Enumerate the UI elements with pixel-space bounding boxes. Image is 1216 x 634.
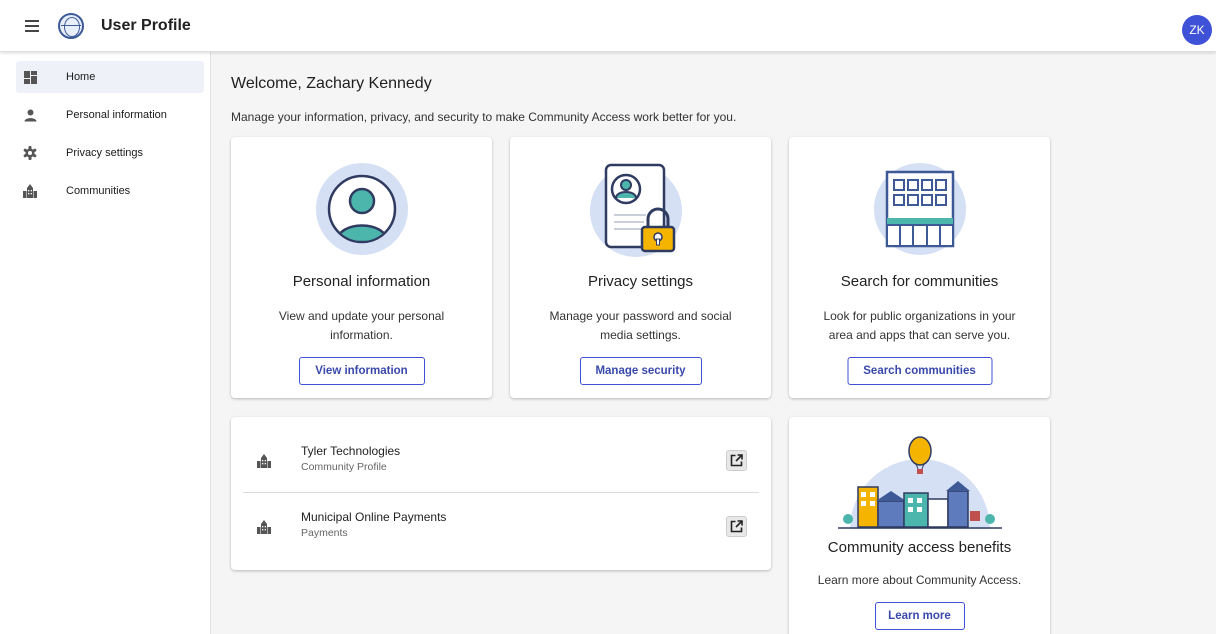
dashboard-icon: [22, 69, 38, 85]
search-communities-card: Search for communities Look for public o…: [789, 137, 1050, 398]
city-buildings-icon: [257, 454, 271, 468]
building-illustration: [873, 163, 966, 255]
communities-list-card: Tyler Technologies Community Profile Mun…: [231, 417, 771, 570]
community-name: Municipal Online Payments: [301, 510, 447, 524]
id-card-lock-illustration: [589, 163, 682, 257]
sidebar-item-home[interactable]: Home: [16, 61, 204, 93]
town-balloon-illustration: [837, 436, 1002, 529]
card-description-line: Manage your password and social: [549, 309, 732, 323]
sidebar-item-label: Privacy settings: [66, 147, 144, 159]
page-title: Welcome, Zachary Kennedy: [231, 75, 432, 92]
card-description-line: area and apps that can serve you.: [828, 328, 1011, 342]
privacy-settings-card: Privacy settings Manage your password an…: [510, 137, 771, 398]
sidebar-nav: Home Personal information Privacy settin…: [0, 52, 211, 634]
search-communities-button[interactable]: Search communities: [847, 357, 992, 385]
personal-information-card: Personal information View and update you…: [231, 137, 492, 398]
open-external-button[interactable]: [726, 450, 747, 471]
open-external-icon: [730, 520, 743, 533]
globe-logo-icon: [58, 12, 84, 39]
gear-icon: [22, 145, 38, 161]
main-content: Welcome, Zachary Kennedy Manage your inf…: [211, 52, 1216, 634]
card-description-line: media settings.: [600, 328, 681, 342]
community-name: Tyler Technologies: [301, 444, 401, 458]
card-title: Search for communities: [840, 273, 999, 290]
card-title: Community access benefits: [827, 539, 1012, 556]
person-icon: [22, 107, 38, 123]
app-title: User Profile: [101, 16, 191, 34]
open-external-icon: [730, 454, 743, 467]
card-title: Personal information: [292, 273, 431, 290]
city-buildings-icon: [257, 520, 271, 534]
community-access-benefits-card: Community access benefits Learn more abo…: [789, 417, 1050, 634]
card-description-line: information.: [330, 328, 393, 342]
view-information-button[interactable]: View information: [298, 357, 425, 385]
community-type: Community Profile: [301, 461, 387, 473]
user-avatar[interactable]: ZK: [1182, 15, 1212, 45]
card-description-line: Look for public organizations in your: [823, 309, 1016, 323]
top-app-bar: User Profile ZK: [0, 0, 1216, 52]
card-title: Privacy settings: [587, 273, 694, 290]
city-buildings-icon: [22, 183, 38, 199]
sidebar-item-communities[interactable]: Communities: [16, 175, 204, 207]
card-description: View and update your personal informatio…: [231, 307, 492, 345]
list-item: Municipal Online Payments Payments: [243, 493, 759, 559]
list-item: Tyler Technologies Community Profile: [243, 427, 759, 493]
person-avatar-illustration: [315, 163, 408, 255]
card-description: Look for public organizations in your ar…: [789, 307, 1050, 345]
card-description: Learn more about Community Access.: [817, 573, 1022, 587]
sidebar-item-personal-information[interactable]: Personal information: [16, 99, 204, 131]
page-subtitle: Manage your information, privacy, and se…: [231, 110, 737, 124]
sidebar-item-label: Communities: [66, 185, 131, 197]
card-description: Manage your password and social media se…: [510, 307, 771, 345]
menu-icon[interactable]: [25, 19, 39, 32]
sidebar-item-privacy-settings[interactable]: Privacy settings: [16, 137, 204, 169]
sidebar-item-label: Home: [66, 71, 96, 83]
community-type: Payments: [301, 527, 348, 539]
learn-more-button[interactable]: Learn more: [874, 602, 965, 630]
sidebar-item-label: Personal information: [66, 109, 167, 121]
card-description-line: View and update your personal: [278, 309, 445, 323]
manage-security-button[interactable]: Manage security: [579, 357, 702, 385]
open-external-button[interactable]: [726, 516, 747, 537]
